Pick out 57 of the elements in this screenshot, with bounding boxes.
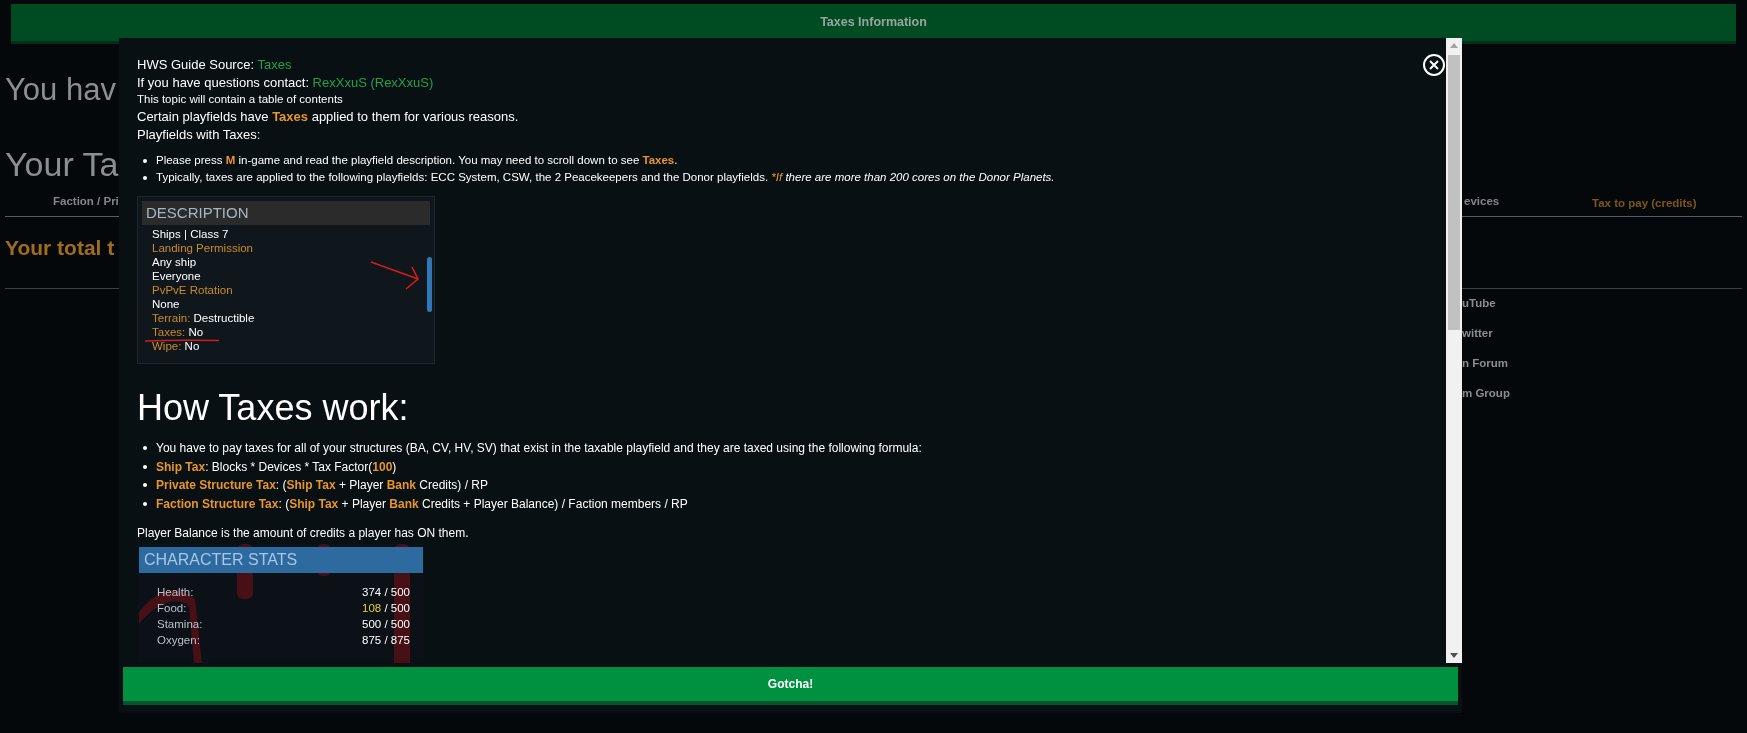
stat-label: Oxygen:	[157, 633, 200, 649]
scroll-thumb	[427, 257, 432, 312]
footer-link[interactable]: m Group	[1462, 385, 1510, 403]
footer-link[interactable]: uTube	[1462, 295, 1496, 313]
stat-value: 875 / 875	[362, 633, 410, 649]
bullet-icon	[143, 158, 147, 163]
intro-text: If you have questions contact: RexXxuS (RexXxuS)	[137, 73, 434, 91]
intro-text: HWS Guide Source: Taxes	[137, 56, 292, 74]
list-item-text: Typically, taxes are applied to the following playfields: ECC System, CSW, the 2 Peacekeepers and the Donor playfields. *If there are more than 200 cores on the Donor Planets.	[156, 170, 1055, 185]
column-header: Tax to pay (credits)	[1592, 195, 1697, 211]
panel-title: CHARACTER STATS	[144, 550, 298, 570]
page-heading: Your Ta	[5, 144, 119, 184]
bullet-icon	[143, 501, 147, 506]
panel-title: DESCRIPTION	[146, 202, 249, 223]
stat-value: 374 / 500	[362, 585, 410, 601]
stat-label: Stamina:	[157, 617, 203, 633]
section-heading: How Taxes work:	[137, 386, 409, 430]
column-header: Faction / Pri	[53, 195, 119, 207]
list-item-text: Faction Structure Tax: (Ship Tax + Player Bank Credits + Player Balance) / Faction members / RP	[156, 495, 688, 513]
stat-value: 108 / 500	[362, 601, 410, 617]
description-line: Landing Permission	[152, 243, 253, 254]
list-item-text: Private Structure Tax: (Ship Tax + Player Bank Credits) / RP	[156, 477, 488, 494]
column-header: evices	[1464, 195, 1500, 207]
intro-text: Playfields with Taxes:	[137, 125, 261, 143]
list-item-text: Please press M in-game and read the playfield description. You may need to scroll down to see Taxes.	[156, 153, 678, 168]
arrow-drawing	[370, 261, 422, 291]
link[interactable]: RexXxuS (RexXxuS)	[312, 74, 434, 90]
description-line: Taxes: No	[152, 327, 204, 338]
bullet-icon	[143, 483, 147, 488]
description-line: Ships | Class 7	[152, 229, 229, 240]
list-item-text: You have to pay taxes for all of your structures (BA, CV, HV, SV) that exist in the taxable playfield and they are taxed using the following formula:	[156, 440, 922, 457]
description-line: Everyone	[152, 271, 201, 282]
description-line: None	[152, 299, 180, 310]
header-title: Taxes Information	[820, 14, 927, 32]
list-item-text: Ship Tax: Blocks * Devices * Tax Factor(100)	[156, 458, 397, 476]
scroll-down-icon	[1450, 653, 1458, 658]
scrollbar[interactable]	[1446, 38, 1462, 663]
footer-link[interactable]: witter	[1462, 325, 1493, 343]
link[interactable]: Taxes	[257, 57, 292, 72]
description-line: Terrain: Destructible	[152, 313, 255, 324]
description-line: Any ship	[152, 257, 197, 268]
intro-text: This topic will contain a table of contents	[137, 92, 343, 107]
bullet-icon	[143, 175, 147, 180]
total-label: Your total t	[5, 236, 115, 259]
balance-note: Player Balance is the amount of credits a player has ON them.	[137, 525, 469, 542]
bullet-icon	[143, 446, 147, 451]
footer-link[interactable]: n Forum	[1462, 355, 1508, 373]
stat-value: 500 / 500	[362, 617, 410, 633]
stat-label: Health:	[157, 585, 194, 601]
page-heading: You hav	[5, 71, 116, 109]
bullet-icon	[143, 464, 147, 469]
stat-label: Food:	[157, 601, 187, 617]
close-icon	[1429, 60, 1439, 70]
description-line: PvPvE Rotation	[152, 285, 233, 296]
confirm-button[interactable]: Gotcha!	[123, 667, 1458, 705]
intro-text: Certain playfields have Taxes applied to them for various reasons.	[137, 108, 519, 126]
description-line: Wipe: No	[152, 341, 200, 352]
